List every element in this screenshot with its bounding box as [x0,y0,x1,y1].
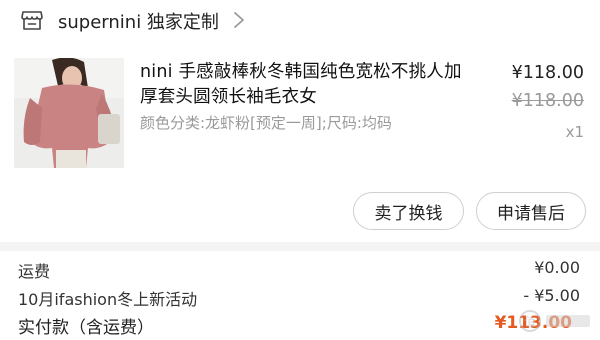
product-title[interactable]: nini 手感敲棒秋冬韩国纯色宽松不挑人加厚套头圆领长袖毛衣女 [140,60,475,110]
promo-row: 10月ifashion冬上新活动 - ¥5.00 [18,286,580,310]
chevron-right-icon[interactable] [233,10,245,30]
product-image[interactable] [14,58,124,168]
product-quantity: x1 [565,123,584,141]
shipping-value: ¥0.00 [534,258,580,277]
promo-value: - ¥5.00 [523,286,580,305]
after-sale-button[interactable]: 申请售后 [476,192,586,230]
product-photo [14,58,124,168]
shipping-label: 运费 [18,262,51,281]
store-icon [21,11,43,30]
product-sku: 颜色分类:龙虾粉[预定一周];尺码:均码 [140,114,392,132]
paid-row: 实付款（含运费） ¥113.00 [18,313,580,338]
watermark-logo: 值 [519,310,590,332]
store-header[interactable]: supernini 独家定制 [0,0,600,42]
paid-label: 实付款（含运费） [18,318,154,338]
shipping-row: 运费 ¥0.00 [18,258,580,282]
promo-label: 10月ifashion冬上新活动 [18,290,198,309]
product-original-price: ¥118.00 [511,91,584,111]
store-name[interactable]: supernini 独家定制 [58,8,219,34]
section-divider [0,242,600,251]
product-price: ¥118.00 [511,63,584,83]
resell-button[interactable]: 卖了换钱 [353,192,464,230]
svg-text:值: 值 [524,314,536,329]
